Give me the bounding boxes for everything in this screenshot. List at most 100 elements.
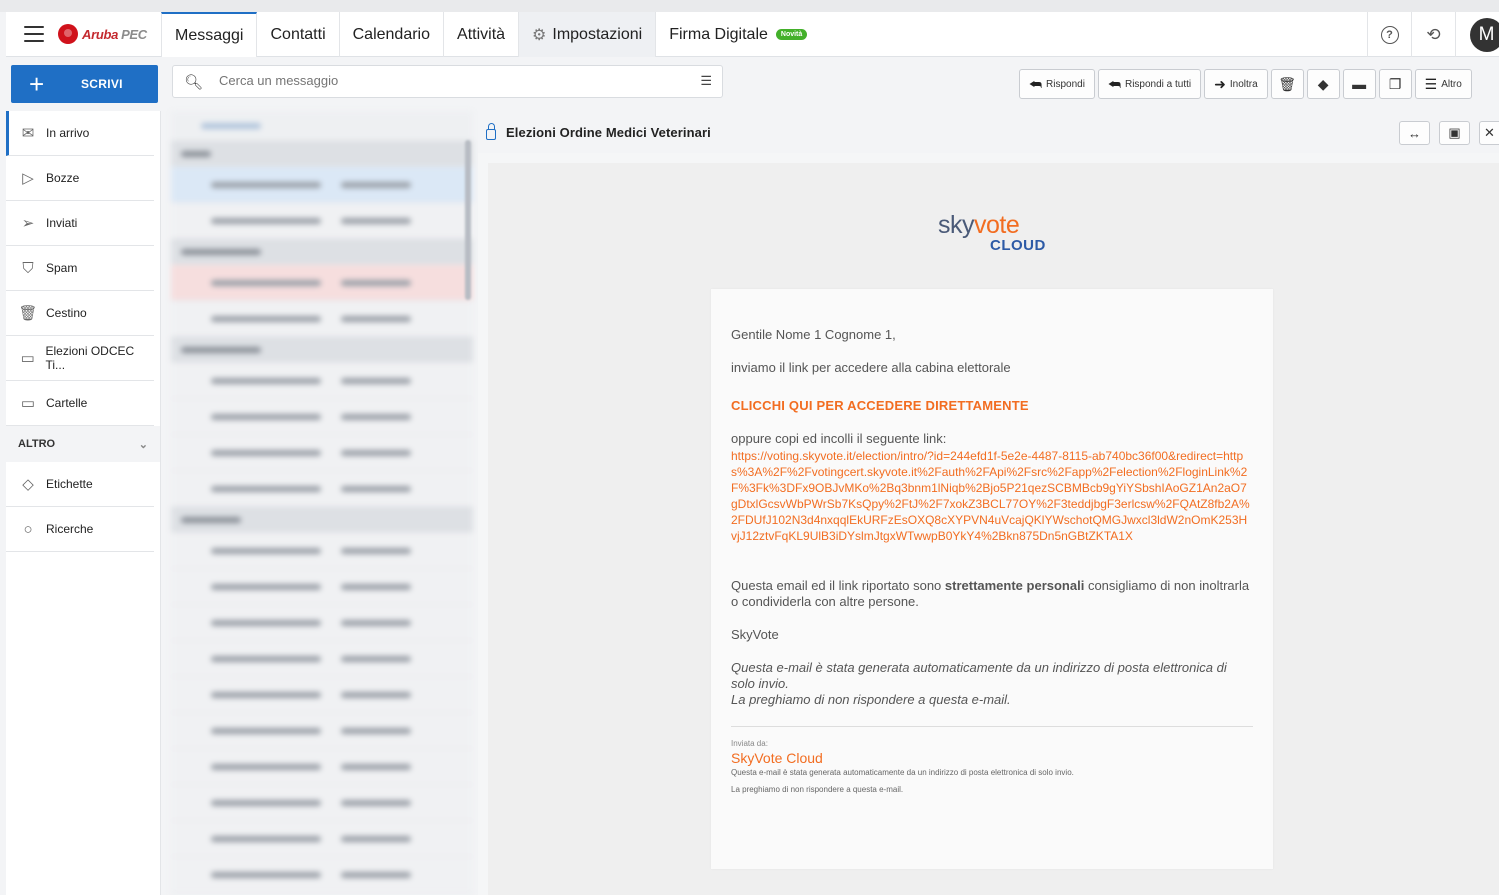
subject-bar: Elezioni Ordine Medici Veterinari ↔ ▣ ✕ — [478, 111, 1499, 153]
list-item[interactable] — [171, 363, 473, 399]
list-item[interactable] — [171, 435, 473, 471]
folder-in-arrivo[interactable]: ✉ In arrivo — [6, 111, 154, 156]
send-icon: ➢ — [21, 215, 35, 232]
window-icon: ▣ — [1448, 125, 1461, 140]
compose-label: SCRIVI — [81, 77, 123, 91]
history-icon: ⟲ — [1426, 24, 1441, 44]
tag-icon: ◇ — [22, 476, 34, 493]
tab-firma-digitale[interactable]: Firma Digitale Novità — [656, 12, 820, 57]
close-button[interactable]: ✕ — [1479, 121, 1499, 145]
inbox-icon: ✉ — [21, 125, 35, 142]
list-item[interactable] — [171, 301, 473, 337]
group-header — [171, 507, 473, 533]
delete-button[interactable]: 🗑 — [1270, 69, 1304, 99]
message-subject: Elezioni Ordine Medici Veterinari — [506, 124, 711, 140]
close-icon: ✕ — [1484, 125, 1495, 140]
message-list[interactable] — [171, 111, 473, 895]
list-item[interactable] — [171, 471, 473, 507]
compose-button[interactable]: + SCRIVI — [11, 65, 158, 103]
forward-icon: ➜ — [1214, 75, 1226, 92]
tab-attivita[interactable]: Attività — [444, 12, 520, 57]
folder-spam[interactable]: ⛉ Spam — [6, 246, 154, 291]
folder-cartelle[interactable]: ▭ Cartelle — [6, 381, 154, 426]
ricerche-item[interactable]: ○ Ricerche — [6, 507, 154, 552]
list-item[interactable] — [171, 569, 473, 605]
message-actions: ⮪ Rispondi ⮪ Rispondi a tutti ➜ Inoltra 🗑 ◆… — [1019, 69, 1472, 99]
etichette-item[interactable]: ◇ Etichette — [6, 462, 154, 507]
folder-icon: ▭ — [20, 395, 36, 412]
group-header — [171, 337, 473, 363]
search-icon: ○ — [23, 520, 33, 538]
folder-bozze[interactable]: ▷ Bozze — [6, 156, 154, 201]
list-item[interactable] — [171, 785, 473, 821]
tag-icon: ◆ — [1317, 75, 1329, 92]
help-icon: ? — [1380, 25, 1399, 44]
folder-elezioni[interactable]: ▭ Elezioni ODCEC Ti... — [6, 336, 154, 381]
open-window-button[interactable]: ▣ — [1439, 121, 1470, 145]
reading-pane: Elezioni Ordine Medici Veterinari ↔ ▣ ✕ … — [478, 111, 1499, 895]
folder-inviati[interactable]: ➢ Inviati — [6, 201, 154, 246]
email-card: Gentile Nome 1 Cognome 1, inviamo il lin… — [711, 289, 1273, 869]
reply-all-button[interactable]: ⮪ Rispondi a tutti — [1097, 69, 1202, 99]
list-item[interactable] — [171, 399, 473, 435]
account-button[interactable]: M — [1455, 12, 1499, 57]
reply-button[interactable]: ⮪ Rispondi — [1019, 69, 1095, 99]
list-item[interactable] — [171, 265, 473, 301]
more-icon: ☰ — [1424, 75, 1438, 92]
search-input[interactable] — [219, 73, 679, 88]
voting-url[interactable]: https://voting.skyvote.it/election/intro… — [731, 448, 1253, 544]
folder-icon: ▭ — [20, 350, 35, 367]
tab-calendario[interactable]: Calendario — [340, 12, 445, 57]
top-nav: Aruba PEC Messaggi Contatti Calendario At… — [6, 12, 1499, 57]
list-item[interactable] — [171, 821, 473, 857]
list-item[interactable] — [171, 605, 473, 641]
top-icons: ? ⟲ M — [1367, 12, 1499, 57]
tab-impostazioni[interactable]: ⚙ Impostazioni — [519, 12, 657, 57]
folder-cestino[interactable]: 🗑 Cestino — [6, 291, 154, 336]
list-scrollbar[interactable] — [465, 140, 471, 300]
tab-messaggi[interactable]: Messaggi — [161, 12, 258, 57]
sender-name[interactable]: SkyVote Cloud — [731, 750, 1253, 766]
expand-button[interactable]: ↔ — [1399, 121, 1430, 145]
history-button[interactable]: ⟲ — [1411, 12, 1455, 57]
group-header — [171, 141, 473, 167]
label-button[interactable]: ◆ — [1306, 69, 1340, 99]
copy-icon: ❐ — [1388, 75, 1402, 92]
signature: SkyVote — [731, 627, 779, 642]
list-item[interactable] — [171, 749, 473, 785]
draft-icon: ▷ — [22, 170, 34, 187]
list-item[interactable] — [171, 713, 473, 749]
list-item[interactable] — [171, 203, 473, 239]
toolbar: + SCRIVI 🔍︎ ☰ ⮪Rispondi ⮪Rispondi a tutt… — [6, 57, 1499, 111]
avatar: M — [1469, 17, 1499, 52]
footer-line-2: La preghiamo di non rispondere a questa … — [731, 785, 904, 794]
list-item[interactable] — [171, 857, 473, 893]
copy-button[interactable]: ❐ — [1378, 69, 1412, 99]
app-window: Aruba PEC Messaggi Contatti Calendario At… — [0, 0, 1499, 895]
list-item[interactable] — [171, 641, 473, 677]
help-button[interactable]: ? — [1367, 12, 1411, 57]
logo-wordmark: skyvote — [938, 211, 1020, 239]
section-altro[interactable]: ALTRO ⌄ — [6, 426, 160, 462]
aruba-pec-logo[interactable]: Aruba PEC — [58, 22, 147, 46]
chevron-down-icon: ⌄ — [138, 438, 148, 451]
group-header — [171, 239, 473, 265]
personal-notice: Questa email ed il link riportato sono s… — [731, 578, 1250, 609]
gear-icon: ⚙ — [532, 26, 547, 44]
expand-icon: ↔ — [1408, 125, 1421, 141]
forward-button[interactable]: ➜ Inoltra — [1204, 69, 1268, 99]
more-button[interactable]: ☰ Altro — [1414, 69, 1472, 99]
folder-sidebar: ✉ In arrivo ▷ Bozze ➢ Inviati ⛉ Spam 🗑 Cestin… — [6, 111, 161, 895]
lock-icon — [486, 122, 496, 140]
access-link[interactable]: CLICCHI QUI PER ACCEDERE DIRETTAMENTE — [731, 398, 1253, 413]
divider — [731, 726, 1253, 727]
list-item[interactable] — [171, 533, 473, 569]
list-item[interactable] — [171, 167, 473, 203]
tab-contatti[interactable]: Contatti — [257, 12, 340, 57]
list-item[interactable] — [171, 677, 473, 713]
menu-icon[interactable] — [24, 26, 44, 42]
main-tabs: Messaggi Contatti Calendario Attività ⚙ I… — [161, 12, 820, 57]
move-button[interactable]: ▬ — [1342, 69, 1376, 99]
logo-text: Aruba PEC — [82, 26, 147, 42]
filter-icon[interactable]: ☰ — [700, 73, 712, 89]
